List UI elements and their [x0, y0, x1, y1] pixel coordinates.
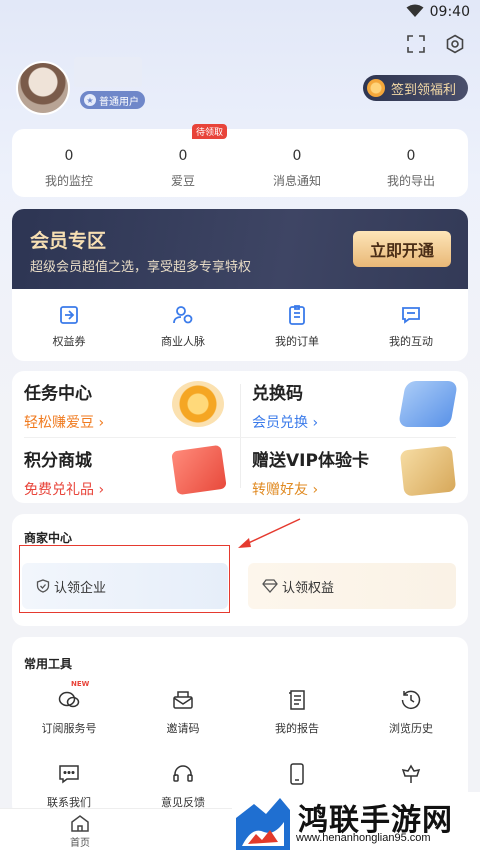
vip-item-label: 我的订单 [275, 335, 319, 348]
vip-card-illustration-icon [399, 445, 457, 497]
coin-illustration-icon [172, 381, 224, 427]
nav-home[interactable]: 首页 [52, 814, 108, 849]
tool-feedback[interactable]: 意见反馈 [126, 762, 240, 810]
invite-icon [171, 688, 195, 712]
avatar[interactable] [16, 61, 70, 115]
tool-contact[interactable]: 联系我们 [12, 762, 126, 810]
points-mall[interactable]: 积分商城 免费兑礼品 › [24, 444, 234, 500]
username-blurred [74, 57, 142, 87]
stat-monitor[interactable]: 0 我的监控 [12, 129, 126, 197]
divider [24, 437, 456, 438]
stat-exports[interactable]: 0 我的导出 [354, 129, 468, 197]
ticket-illustration-icon [397, 381, 459, 427]
stat-label: 我的导出 [386, 174, 435, 188]
report-icon [285, 688, 309, 712]
star-icon: ★ [84, 94, 96, 106]
tool-report[interactable]: 我的报告 [240, 688, 354, 736]
chat-icon [399, 303, 423, 327]
pending-tag: 待领取 [192, 124, 228, 139]
tool-label: 订阅服务号 [41, 722, 97, 735]
redeem-code[interactable]: 兑换码 会员兑换 › [252, 379, 462, 433]
history-icon [399, 688, 423, 712]
status-time: 09:40 [429, 4, 470, 20]
stat-num: 0 [178, 148, 188, 164]
vip-subtitle: 超级会员超值之选，享受超多专享特权 [30, 260, 252, 275]
annotation-arrow [238, 518, 301, 548]
vip-item-orders[interactable]: 我的订单 [240, 289, 354, 361]
member-badge: ★ 普通用户 [80, 91, 145, 109]
nav-home-label: 首页 [70, 838, 90, 849]
diamond-icon [262, 579, 278, 593]
flower-icon [399, 762, 423, 786]
wifi-icon [406, 4, 424, 17]
vip-trial-card[interactable]: 赠送VIP体验卡 转赠好友 › [252, 445, 462, 500]
stat-label: 爱豆 [170, 174, 195, 188]
vip-item-contacts[interactable]: 商业人脉 [126, 289, 240, 361]
tool-flower[interactable] [354, 762, 468, 786]
watermark-url: www.henanhonglian95.com [296, 832, 431, 844]
stat-notifications[interactable]: 0 消息通知 [240, 129, 354, 197]
stat-label: 我的监控 [44, 174, 93, 188]
vip-item-label: 权益券 [52, 335, 86, 348]
scan-icon[interactable] [405, 33, 427, 55]
vip-grid: 权益券 商业人脉 我的订单 我的互动 [12, 289, 468, 361]
tool-phone[interactable] [240, 762, 354, 786]
vip-item-label: 商业人脉 [161, 335, 205, 348]
vip-item-interactions[interactable]: 我的互动 [354, 289, 468, 361]
message-icon [57, 762, 81, 786]
divider [240, 384, 241, 488]
vip-open-button[interactable]: 立即开通 [353, 231, 451, 267]
stat-label: 消息通知 [272, 174, 321, 188]
tool-subscribe[interactable]: NEW 订阅服务号 [12, 680, 126, 736]
stat-num: 0 [292, 148, 302, 164]
gift-card-illustration-icon [171, 444, 227, 496]
tool-history[interactable]: 浏览历史 [354, 688, 468, 736]
checkin-label: 签到领福利 [390, 82, 456, 98]
subscribe-icon: NEW [57, 680, 89, 712]
watermark-logo [236, 798, 290, 850]
tool-label: 我的报告 [275, 722, 319, 735]
highlight-box [19, 545, 230, 613]
new-tag: NEW [71, 680, 90, 688]
stat-num: 0 [64, 148, 74, 164]
home-icon [71, 815, 89, 832]
stats-card: 0 我的监控 待领取 0 爱豆 0 消息通知 0 我的导出 [12, 124, 468, 197]
claim-rights-button[interactable]: 认领权益 [248, 563, 456, 609]
claim-rights-label: 认领权益 [282, 580, 335, 596]
task-center[interactable]: 任务中心 轻松赚爱豆 › [24, 379, 234, 433]
tool-label: 邀请码 [166, 722, 200, 735]
vip-title: 会员专区 [30, 230, 107, 252]
order-icon [285, 303, 309, 327]
contacts-icon [171, 303, 195, 327]
settings-icon[interactable] [444, 33, 466, 55]
headset-icon [171, 762, 195, 786]
stat-aidou[interactable]: 待领取 0 爱豆 [126, 124, 240, 197]
tools-title: 常用工具 [24, 657, 73, 671]
tool-invite[interactable]: 邀请码 [126, 688, 240, 736]
phone-icon [285, 762, 309, 786]
coupon-icon [57, 303, 81, 327]
coin-icon [366, 79, 385, 97]
vip-item-label: 我的互动 [389, 335, 433, 348]
merchant-title: 商家中心 [24, 531, 73, 545]
badge-label: 普通用户 [99, 96, 139, 108]
vip-item-coupon[interactable]: 权益券 [12, 289, 126, 361]
tool-label: 浏览历史 [389, 722, 433, 735]
checkin-button[interactable]: 签到领福利 [362, 75, 468, 101]
stat-num: 0 [406, 148, 416, 164]
